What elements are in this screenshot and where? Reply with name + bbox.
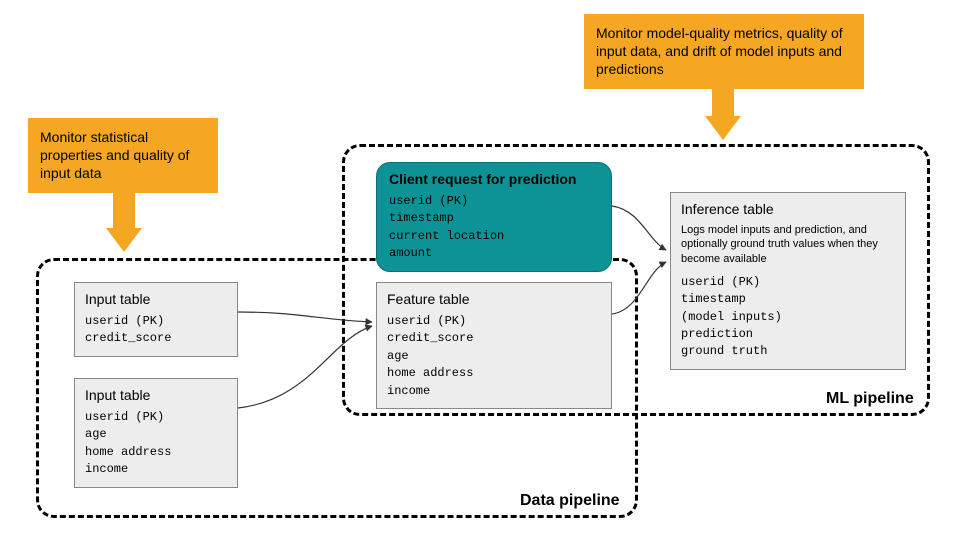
callout-monitor-model-quality: Monitor model-quality metrics, quality o… [584, 14, 864, 89]
table-fields: userid (PK) timestamp (model inputs) pre… [681, 274, 895, 361]
arrow-stem-right [712, 82, 734, 116]
table-fields: userid (PK) credit_score age home addres… [387, 313, 601, 400]
table-title: Feature table [387, 291, 601, 307]
request-title: Client request for prediction [389, 171, 599, 187]
request-fields: userid (PK) timestamp current location a… [389, 193, 599, 263]
table-description: Logs model inputs and prediction, and op… [681, 223, 895, 266]
table-title: Input table [85, 291, 227, 307]
ml-pipeline-label: ML pipeline [826, 390, 914, 408]
data-pipeline-label: Data pipeline [520, 492, 620, 510]
client-request-box: Client request for prediction userid (PK… [376, 162, 612, 272]
callout-monitor-input-data: Monitor statistical properties and quali… [28, 118, 218, 193]
arrow-down-icon [705, 116, 741, 140]
table-title: Input table [85, 387, 227, 403]
table-fields: userid (PK) age home address income [85, 409, 227, 479]
input-table-1: Input table userid (PK) credit_score [74, 282, 238, 357]
input-table-2: Input table userid (PK) age home address… [74, 378, 238, 488]
arrow-down-icon [106, 228, 142, 252]
arrow-stem-left [113, 186, 135, 228]
table-title: Inference table [681, 201, 895, 217]
table-fields: userid (PK) credit_score [85, 313, 227, 348]
inference-table: Inference table Logs model inputs and pr… [670, 192, 906, 370]
feature-table: Feature table userid (PK) credit_score a… [376, 282, 612, 409]
